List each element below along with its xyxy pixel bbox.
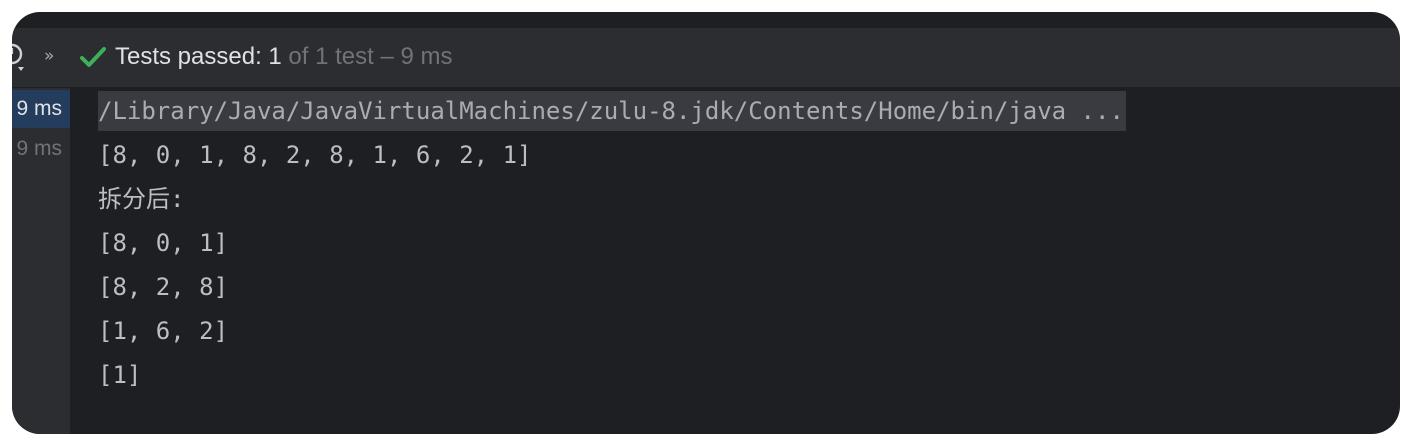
console-line: [8, 2, 8]: [98, 273, 229, 301]
test-results-toolbar: » Tests passed: 1 of 1 test – 9 ms: [12, 28, 1400, 88]
console-line: [8, 0, 1, 8, 2, 8, 1, 6, 2, 1]: [98, 141, 532, 169]
console-command-line[interactable]: /Library/Java/JavaVirtualMachines/zulu-8…: [98, 91, 1126, 131]
tests-total-duration: of 1 test – 9 ms: [281, 43, 453, 70]
run-history-icon[interactable]: [12, 39, 34, 75]
test-duration-root[interactable]: 9 ms: [12, 90, 70, 128]
test-status-text: Tests passed: 1 of 1 test – 9 ms: [115, 42, 453, 72]
run-tool-window: » Tests passed: 1 of 1 test – 9 ms 9 ms …: [12, 12, 1400, 434]
tests-passed-count: Tests passed: 1: [115, 43, 282, 70]
console-line: [8, 0, 1]: [98, 229, 229, 257]
console-line: [1]: [98, 361, 142, 389]
console-line: [1, 6, 2]: [98, 317, 229, 345]
chevrons-icon[interactable]: »: [44, 44, 64, 68]
test-duration-item[interactable]: 9 ms: [12, 130, 70, 168]
console-line: 拆分后:: [98, 185, 185, 213]
test-tree-panel: 9 ms 9 ms: [12, 88, 70, 434]
check-icon: [80, 46, 106, 68]
console-output[interactable]: /Library/Java/JavaVirtualMachines/zulu-8…: [98, 88, 1388, 434]
